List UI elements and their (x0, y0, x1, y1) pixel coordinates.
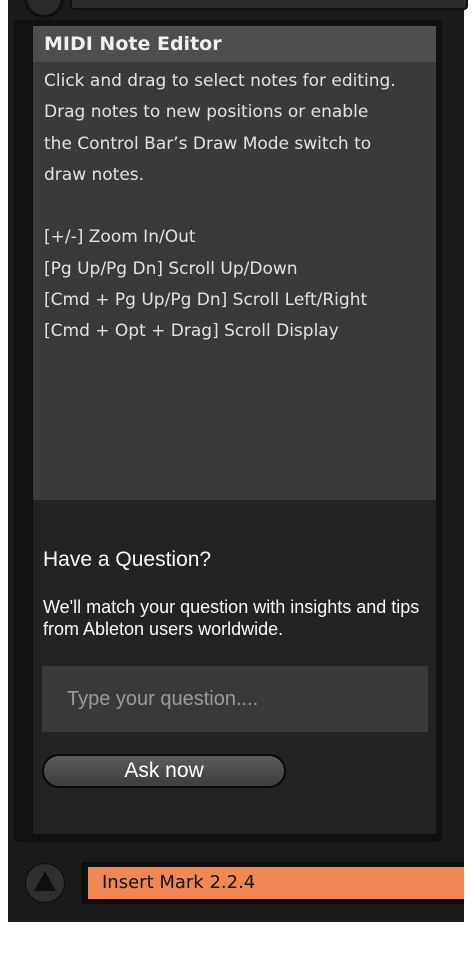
triangle-icon (34, 871, 56, 891)
shortcut-line: [Cmd + Pg Up/Pg Dn] Scroll Left/Right (44, 290, 368, 311)
info-line: Click and drag to select notes for editi… (44, 71, 396, 91)
info-view-title: MIDI Note Editor (33, 26, 436, 62)
question-section: Have a Question? We'll match your questi… (33, 500, 436, 834)
info-view: MIDI Note Editor Click and drag to selec… (33, 26, 436, 500)
question-title: Have a Question? (43, 548, 212, 571)
status-bar: Insert Mark 2.2.4 (81, 862, 464, 904)
top-status-field (70, 0, 468, 10)
status-message: Insert Mark 2.2.4 (88, 867, 464, 899)
ask-now-button[interactable]: Ask now (42, 754, 286, 788)
question-description: We'll match your question with insights … (43, 597, 420, 639)
shortcut-line: [Pg Up/Pg Dn] Scroll Up/Down (44, 258, 298, 279)
info-line: the Control Bar’s Draw Mode switch to (44, 133, 372, 154)
question-input[interactable] (42, 666, 428, 732)
info-view-body: Click and drag to select notes for editi… (33, 62, 436, 348)
shortcut-line: [+/-] Zoom In/Out (44, 227, 196, 248)
info-line: draw notes. (44, 164, 145, 185)
info-line: Drag notes to new positions or enable (44, 102, 369, 123)
bottom-left-button[interactable] (25, 863, 65, 903)
shortcut-line: [Cmd + Opt + Drag] Scroll Display (44, 321, 339, 342)
